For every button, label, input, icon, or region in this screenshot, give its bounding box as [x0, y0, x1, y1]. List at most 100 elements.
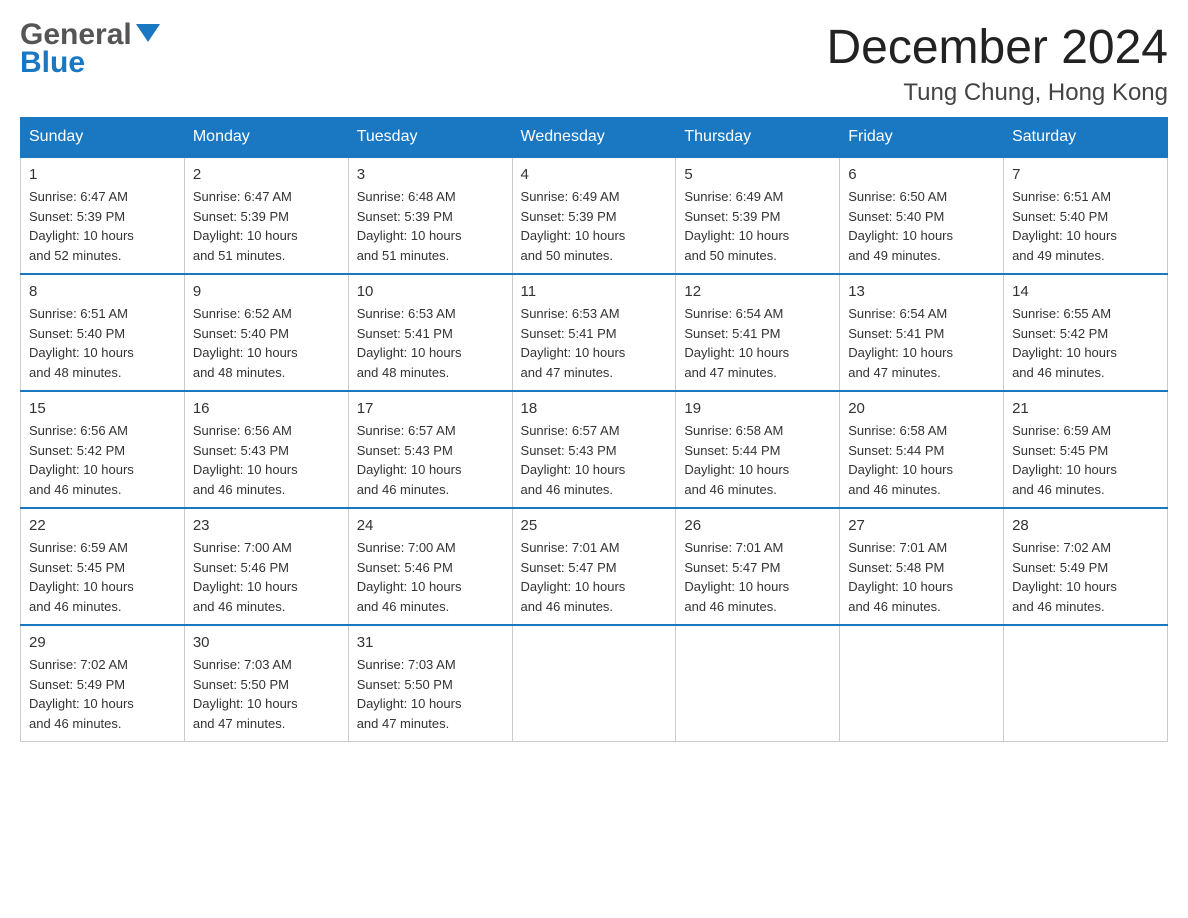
day-number: 13 [848, 283, 995, 300]
calendar-cell: 17 Sunrise: 6:57 AMSunset: 5:43 PMDaylig… [348, 391, 512, 508]
day-info: Sunrise: 6:53 AMSunset: 5:41 PMDaylight:… [357, 304, 504, 382]
day-number: 31 [357, 634, 504, 651]
title-section: December 2024 Tung Chung, Hong Kong [826, 20, 1168, 107]
calendar-cell: 26 Sunrise: 7:01 AMSunset: 5:47 PMDaylig… [676, 508, 840, 625]
calendar-cell: 28 Sunrise: 7:02 AMSunset: 5:49 PMDaylig… [1004, 508, 1168, 625]
day-info: Sunrise: 6:57 AMSunset: 5:43 PMDaylight:… [521, 421, 668, 499]
calendar-cell: 20 Sunrise: 6:58 AMSunset: 5:44 PMDaylig… [840, 391, 1004, 508]
day-number: 18 [521, 400, 668, 417]
calendar-cell: 22 Sunrise: 6:59 AMSunset: 5:45 PMDaylig… [21, 508, 185, 625]
day-info: Sunrise: 6:49 AMSunset: 5:39 PMDaylight:… [684, 187, 831, 265]
day-info: Sunrise: 6:54 AMSunset: 5:41 PMDaylight:… [848, 304, 995, 382]
calendar-cell: 5 Sunrise: 6:49 AMSunset: 5:39 PMDayligh… [676, 157, 840, 274]
calendar-cell: 19 Sunrise: 6:58 AMSunset: 5:44 PMDaylig… [676, 391, 840, 508]
day-number: 6 [848, 166, 995, 183]
logo-blue-text: Blue [20, 48, 160, 78]
weekday-header-monday: Monday [184, 118, 348, 158]
day-info: Sunrise: 6:57 AMSunset: 5:43 PMDaylight:… [357, 421, 504, 499]
logo-triangle-icon [136, 24, 160, 42]
day-number: 28 [1012, 517, 1159, 534]
calendar-cell: 31 Sunrise: 7:03 AMSunset: 5:50 PMDaylig… [348, 625, 512, 742]
day-number: 7 [1012, 166, 1159, 183]
weekday-header-friday: Friday [840, 118, 1004, 158]
calendar-cell: 14 Sunrise: 6:55 AMSunset: 5:42 PMDaylig… [1004, 274, 1168, 391]
day-number: 27 [848, 517, 995, 534]
calendar-cell [840, 625, 1004, 742]
calendar-cell: 29 Sunrise: 7:02 AMSunset: 5:49 PMDaylig… [21, 625, 185, 742]
day-info: Sunrise: 6:51 AMSunset: 5:40 PMDaylight:… [29, 304, 176, 382]
calendar-cell: 4 Sunrise: 6:49 AMSunset: 5:39 PMDayligh… [512, 157, 676, 274]
day-number: 26 [684, 517, 831, 534]
day-number: 1 [29, 166, 176, 183]
day-number: 20 [848, 400, 995, 417]
day-info: Sunrise: 6:47 AMSunset: 5:39 PMDaylight:… [29, 187, 176, 265]
week-row-4: 22 Sunrise: 6:59 AMSunset: 5:45 PMDaylig… [21, 508, 1168, 625]
location-title: Tung Chung, Hong Kong [826, 79, 1168, 107]
day-info: Sunrise: 6:56 AMSunset: 5:42 PMDaylight:… [29, 421, 176, 499]
calendar-cell: 12 Sunrise: 6:54 AMSunset: 5:41 PMDaylig… [676, 274, 840, 391]
calendar-cell [512, 625, 676, 742]
day-info: Sunrise: 7:01 AMSunset: 5:48 PMDaylight:… [848, 538, 995, 616]
day-number: 29 [29, 634, 176, 651]
day-info: Sunrise: 6:52 AMSunset: 5:40 PMDaylight:… [193, 304, 340, 382]
weekday-header-sunday: Sunday [21, 118, 185, 158]
calendar-cell: 3 Sunrise: 6:48 AMSunset: 5:39 PMDayligh… [348, 157, 512, 274]
calendar-cell: 9 Sunrise: 6:52 AMSunset: 5:40 PMDayligh… [184, 274, 348, 391]
day-info: Sunrise: 7:03 AMSunset: 5:50 PMDaylight:… [357, 655, 504, 733]
day-info: Sunrise: 6:56 AMSunset: 5:43 PMDaylight:… [193, 421, 340, 499]
day-number: 21 [1012, 400, 1159, 417]
day-info: Sunrise: 7:03 AMSunset: 5:50 PMDaylight:… [193, 655, 340, 733]
page-header: General Blue December 2024 Tung Chung, H… [20, 20, 1168, 107]
calendar-cell: 7 Sunrise: 6:51 AMSunset: 5:40 PMDayligh… [1004, 157, 1168, 274]
calendar-cell: 2 Sunrise: 6:47 AMSunset: 5:39 PMDayligh… [184, 157, 348, 274]
day-info: Sunrise: 7:01 AMSunset: 5:47 PMDaylight:… [521, 538, 668, 616]
day-info: Sunrise: 6:51 AMSunset: 5:40 PMDaylight:… [1012, 187, 1159, 265]
weekday-header-row: SundayMondayTuesdayWednesdayThursdayFrid… [21, 118, 1168, 158]
calendar-cell: 13 Sunrise: 6:54 AMSunset: 5:41 PMDaylig… [840, 274, 1004, 391]
week-row-5: 29 Sunrise: 7:02 AMSunset: 5:49 PMDaylig… [21, 625, 1168, 742]
day-number: 24 [357, 517, 504, 534]
day-info: Sunrise: 6:55 AMSunset: 5:42 PMDaylight:… [1012, 304, 1159, 382]
day-number: 5 [684, 166, 831, 183]
calendar-cell: 11 Sunrise: 6:53 AMSunset: 5:41 PMDaylig… [512, 274, 676, 391]
calendar-cell: 30 Sunrise: 7:03 AMSunset: 5:50 PMDaylig… [184, 625, 348, 742]
day-number: 9 [193, 283, 340, 300]
day-number: 22 [29, 517, 176, 534]
calendar-cell [676, 625, 840, 742]
week-row-3: 15 Sunrise: 6:56 AMSunset: 5:42 PMDaylig… [21, 391, 1168, 508]
day-info: Sunrise: 6:54 AMSunset: 5:41 PMDaylight:… [684, 304, 831, 382]
week-row-1: 1 Sunrise: 6:47 AMSunset: 5:39 PMDayligh… [21, 157, 1168, 274]
week-row-2: 8 Sunrise: 6:51 AMSunset: 5:40 PMDayligh… [21, 274, 1168, 391]
weekday-header-tuesday: Tuesday [348, 118, 512, 158]
day-number: 8 [29, 283, 176, 300]
calendar-cell: 18 Sunrise: 6:57 AMSunset: 5:43 PMDaylig… [512, 391, 676, 508]
calendar-cell: 21 Sunrise: 6:59 AMSunset: 5:45 PMDaylig… [1004, 391, 1168, 508]
calendar-cell: 8 Sunrise: 6:51 AMSunset: 5:40 PMDayligh… [21, 274, 185, 391]
weekday-header-thursday: Thursday [676, 118, 840, 158]
day-number: 25 [521, 517, 668, 534]
day-number: 3 [357, 166, 504, 183]
day-info: Sunrise: 7:02 AMSunset: 5:49 PMDaylight:… [29, 655, 176, 733]
day-info: Sunrise: 7:02 AMSunset: 5:49 PMDaylight:… [1012, 538, 1159, 616]
day-info: Sunrise: 6:59 AMSunset: 5:45 PMDaylight:… [29, 538, 176, 616]
calendar-cell: 25 Sunrise: 7:01 AMSunset: 5:47 PMDaylig… [512, 508, 676, 625]
calendar-cell: 27 Sunrise: 7:01 AMSunset: 5:48 PMDaylig… [840, 508, 1004, 625]
day-number: 30 [193, 634, 340, 651]
day-number: 19 [684, 400, 831, 417]
calendar-cell: 1 Sunrise: 6:47 AMSunset: 5:39 PMDayligh… [21, 157, 185, 274]
calendar-cell: 6 Sunrise: 6:50 AMSunset: 5:40 PMDayligh… [840, 157, 1004, 274]
day-info: Sunrise: 6:58 AMSunset: 5:44 PMDaylight:… [848, 421, 995, 499]
day-info: Sunrise: 7:00 AMSunset: 5:46 PMDaylight:… [357, 538, 504, 616]
day-info: Sunrise: 6:48 AMSunset: 5:39 PMDaylight:… [357, 187, 504, 265]
day-info: Sunrise: 6:53 AMSunset: 5:41 PMDaylight:… [521, 304, 668, 382]
calendar-cell: 23 Sunrise: 7:00 AMSunset: 5:46 PMDaylig… [184, 508, 348, 625]
day-info: Sunrise: 6:59 AMSunset: 5:45 PMDaylight:… [1012, 421, 1159, 499]
day-info: Sunrise: 6:49 AMSunset: 5:39 PMDaylight:… [521, 187, 668, 265]
day-number: 23 [193, 517, 340, 534]
calendar-cell: 10 Sunrise: 6:53 AMSunset: 5:41 PMDaylig… [348, 274, 512, 391]
day-number: 12 [684, 283, 831, 300]
day-number: 17 [357, 400, 504, 417]
calendar-table: SundayMondayTuesdayWednesdayThursdayFrid… [20, 117, 1168, 742]
calendar-cell: 16 Sunrise: 6:56 AMSunset: 5:43 PMDaylig… [184, 391, 348, 508]
day-info: Sunrise: 6:50 AMSunset: 5:40 PMDaylight:… [848, 187, 995, 265]
